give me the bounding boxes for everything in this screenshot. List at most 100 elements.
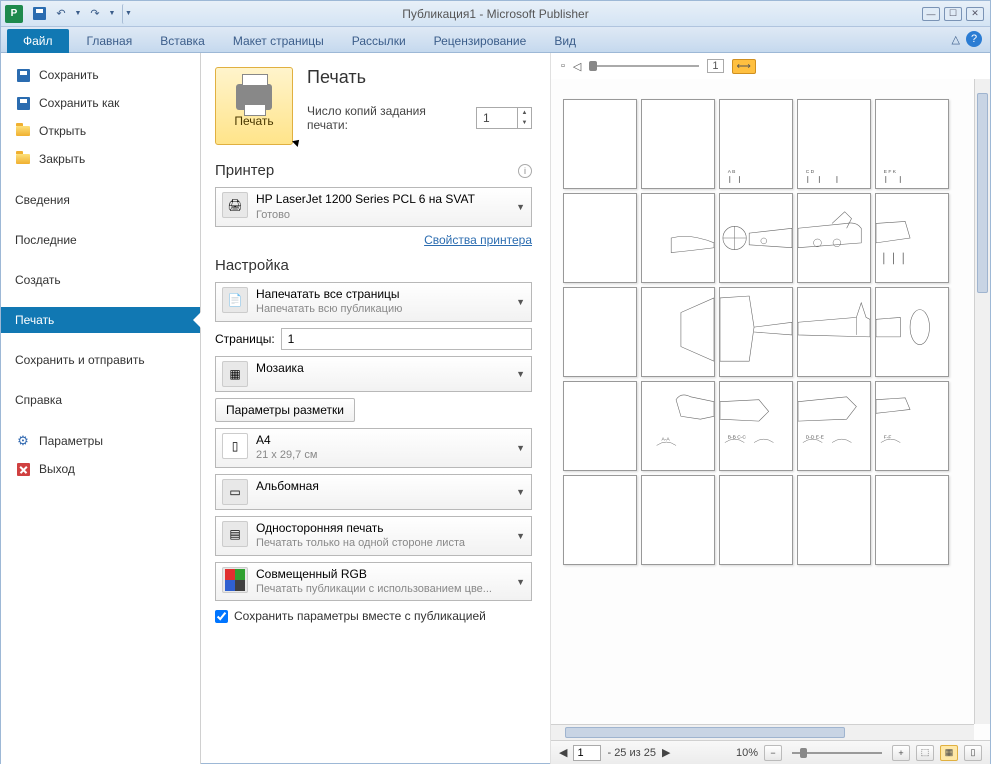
paper-icon: ▯	[222, 433, 248, 459]
pages-input[interactable]	[281, 328, 532, 350]
save-settings-label: Сохранить параметры вместе с публикацией	[234, 609, 486, 623]
layout-dropdown[interactable]: ▦ Мозаика ▼	[215, 356, 532, 392]
collapse-ribbon-icon[interactable]: △	[952, 33, 960, 46]
scrollbar-thumb[interactable]	[565, 727, 845, 738]
page-nav-icon[interactable]: ▫	[561, 60, 565, 72]
tab-file[interactable]: Файл	[7, 29, 69, 53]
zoom-thumb[interactable]	[800, 748, 807, 758]
chevron-down-icon: ▼	[516, 577, 525, 587]
sidebar-item-new[interactable]: Создать	[1, 267, 200, 293]
sidebar-item-exit[interactable]: Выход	[1, 455, 200, 483]
fit-page-button[interactable]: ⬚	[916, 745, 934, 761]
color-dropdown[interactable]: Совмещенный RGB Печатать публикации с ис…	[215, 562, 532, 602]
svg-text:E F K: E F K	[884, 169, 897, 175]
page-range-label: - 25 из 25	[607, 747, 656, 759]
papersize-dropdown[interactable]: ▯ A4 21 x 29,7 см ▼	[215, 428, 532, 468]
sidebar-item-open[interactable]: Открыть	[1, 117, 200, 145]
print-button[interactable]: Печать	[215, 67, 293, 145]
tab-mailings[interactable]: Рассылки	[338, 30, 420, 52]
tab-insert[interactable]: Вставка	[146, 30, 219, 52]
tab-pagelayout[interactable]: Макет страницы	[219, 30, 338, 52]
page-number-input[interactable]	[573, 745, 601, 761]
tab-home[interactable]: Главная	[73, 30, 147, 52]
preview-tile	[563, 287, 637, 377]
sidebar-label: Закрыть	[39, 152, 85, 166]
slider-thumb[interactable]	[589, 61, 597, 71]
redo-button[interactable]: ↷	[85, 4, 105, 24]
sidebar-item-saveas[interactable]: Сохранить как	[1, 89, 200, 117]
printer-properties-link[interactable]: Свойства принтера	[215, 233, 532, 247]
spinner-down-icon[interactable]: ▼	[518, 118, 531, 128]
sidebar-item-save[interactable]: Сохранить	[1, 61, 200, 89]
preview-canvas[interactable]: A B C D E F K A-A B-B C-C	[551, 79, 990, 740]
layout-params-button[interactable]: Параметры разметки	[215, 398, 355, 422]
sidebar-item-info[interactable]: Сведения	[1, 187, 200, 213]
preview-status-bar: ◀ - 25 из 25 ▶ 10% − + ⬚ ▦ ▯	[551, 740, 990, 764]
chevron-down-icon: ▼	[516, 297, 525, 307]
page-slider[interactable]	[589, 65, 699, 67]
save-icon	[33, 7, 46, 20]
sidebar-label: Сведения	[15, 193, 70, 207]
sidebar-item-print[interactable]: Печать	[1, 307, 200, 333]
titlebar: P ↶ ▼ ↷ ▼ ▼ Публикация1 - Microsoft Publ…	[1, 1, 990, 27]
info-icon[interactable]: i	[518, 164, 532, 178]
save-qat-button[interactable]	[29, 4, 49, 24]
duplex-sub: Печатать только на одной стороне листа	[256, 536, 465, 550]
orientation-dropdown[interactable]: ▭ Альбомная ▼	[215, 474, 532, 510]
minimize-button[interactable]: —	[922, 7, 940, 21]
preview-tile	[719, 193, 793, 283]
page-prev-icon[interactable]: ◀	[559, 746, 567, 759]
save-settings-input[interactable]	[215, 610, 228, 623]
preview-tile: E F K	[875, 99, 949, 189]
zoom-in-button[interactable]: +	[892, 745, 910, 761]
tab-view[interactable]: Вид	[540, 30, 590, 52]
printer-name: HP LaserJet 1200 Series PCL 6 на SVAT	[256, 192, 475, 208]
maximize-button[interactable]: ☐	[944, 7, 962, 21]
sidebar-item-recent[interactable]: Последние	[1, 227, 200, 253]
save-settings-checkbox[interactable]: Сохранить параметры вместе с публикацией	[215, 609, 532, 623]
sidebar-item-help[interactable]: Справка	[1, 387, 200, 413]
slider-prev-icon[interactable]: ◁	[573, 60, 581, 73]
preview-tile: A B	[719, 99, 793, 189]
preview-tile: B-B C-C	[719, 381, 793, 471]
page-indicator: 1	[707, 59, 723, 73]
qat-customize[interactable]: ▼	[122, 4, 134, 24]
scrollbar-thumb[interactable]	[977, 93, 988, 293]
sidebar-item-options[interactable]: ⚙Параметры	[1, 427, 200, 455]
copies-spinner[interactable]: 1 ▲▼	[476, 107, 532, 129]
copies-label: Число копий задания печати:	[307, 104, 466, 132]
pagerange-dropdown[interactable]: 📄 Напечатать все страницы Напечатать всю…	[215, 282, 532, 322]
duplex-dropdown[interactable]: ▤ Односторонняя печать Печатать только н…	[215, 516, 532, 556]
spinner-up-icon[interactable]: ▲	[518, 108, 531, 118]
help-icon[interactable]: ?	[966, 31, 982, 47]
tab-review[interactable]: Рецензирование	[420, 30, 541, 52]
preview-tile	[875, 287, 949, 377]
undo-button[interactable]: ↶	[51, 4, 71, 24]
color-title: Совмещенный RGB	[256, 567, 492, 583]
chevron-down-icon: ▼	[516, 202, 525, 212]
printer-dropdown[interactable]: 🖨 HP LaserJet 1200 Series PCL 6 на SVAT …	[215, 187, 532, 227]
exit-icon	[17, 463, 30, 476]
print-settings-panel: Печать Печать Число копий задания печати…	[201, 53, 551, 764]
vertical-scrollbar[interactable]	[974, 79, 990, 724]
settings-section-heading: Настройка	[215, 257, 289, 274]
ruler-toggle[interactable]: ⟷	[732, 59, 756, 74]
landscape-icon: ▭	[222, 479, 248, 505]
view-multi-button[interactable]: ▦	[940, 745, 958, 761]
horizontal-scrollbar[interactable]	[551, 724, 974, 740]
redo-dropdown[interactable]: ▼	[107, 4, 117, 24]
view-single-button[interactable]: ▯	[964, 745, 982, 761]
preview-tile: A-A	[641, 381, 715, 471]
app-icon[interactable]: P	[5, 5, 23, 23]
zoom-out-button[interactable]: −	[764, 745, 782, 761]
preview-tile	[875, 193, 949, 283]
sidebar-item-close[interactable]: Закрыть	[1, 145, 200, 173]
preview-tile	[641, 99, 715, 189]
preview-tile	[563, 193, 637, 283]
page-next-icon[interactable]: ▶	[662, 746, 670, 759]
paper-title: A4	[256, 433, 317, 449]
close-window-button[interactable]: ✕	[966, 7, 984, 21]
sidebar-item-saveandsend[interactable]: Сохранить и отправить	[1, 347, 200, 373]
undo-dropdown[interactable]: ▼	[73, 4, 83, 24]
zoom-slider[interactable]	[792, 752, 882, 754]
